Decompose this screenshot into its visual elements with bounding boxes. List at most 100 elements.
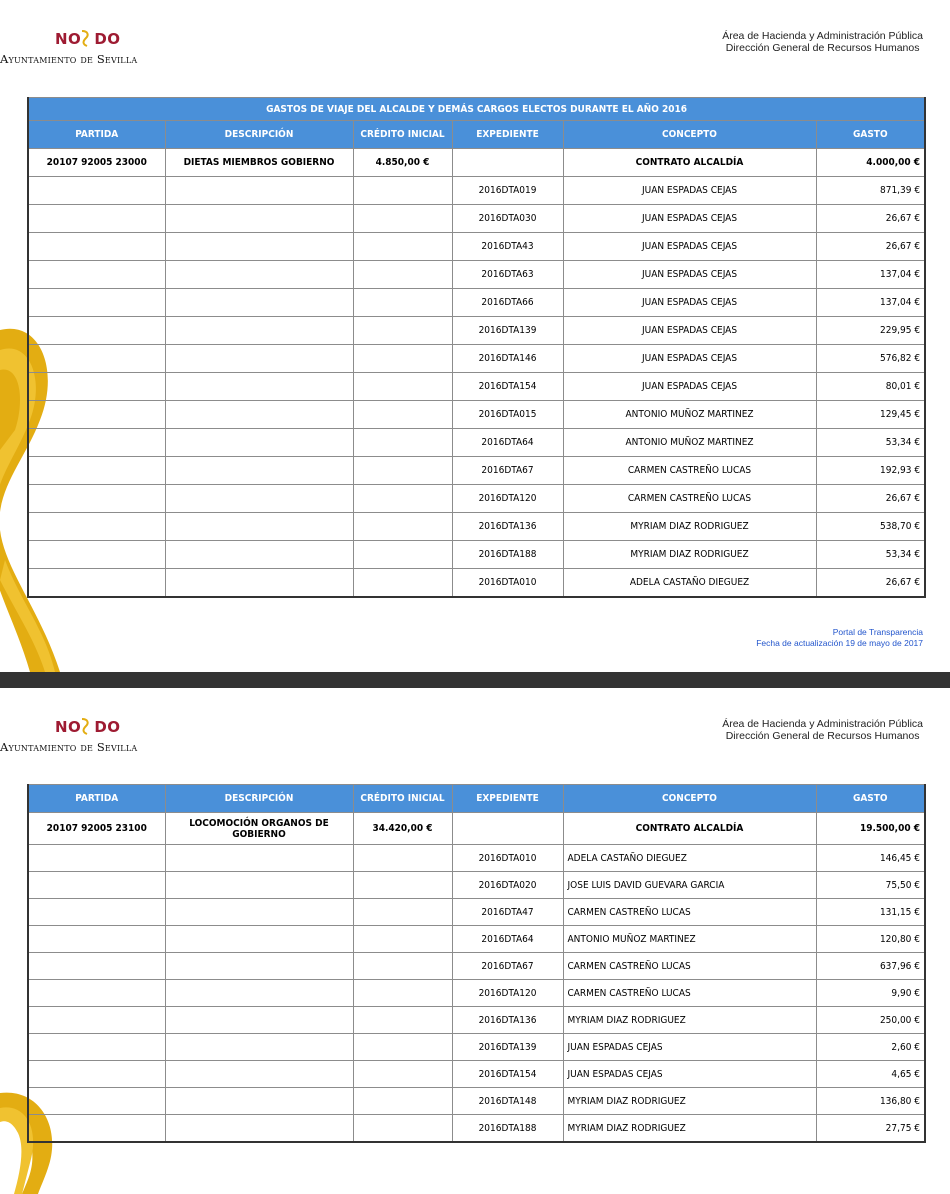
partida-cell (27, 952, 166, 980)
credito-cell (352, 1033, 453, 1061)
partida-cell (27, 176, 166, 205)
table-row: 2016DTA010 ADELA CASTAÑO DIEGUEZ 146,45 € (27, 844, 926, 872)
gasto-cell: 4,65 € (815, 1060, 926, 1088)
footer-portal: Portal de Transparencia (832, 627, 923, 637)
partida-cell (27, 344, 166, 373)
expediente-cell: 2016DTA146 (451, 344, 564, 373)
skein-icon (81, 718, 89, 735)
descripcion-cell (164, 871, 354, 899)
concepto-cell: JUAN ESPADAS CEJAS (562, 344, 817, 373)
concepto-cell: MYRIAM DIAZ RODRIGUEZ (562, 1114, 817, 1143)
credito-cell (352, 428, 453, 457)
partida-cell (27, 540, 166, 569)
concepto-cell: JUAN ESPADAS CEJAS (562, 1060, 817, 1088)
credito-cell (352, 1060, 453, 1088)
concepto-cell: JUAN ESPADAS CEJAS (562, 232, 817, 261)
direccion-name: Dirección General de Recursos Humanos (725, 730, 920, 742)
credito-cell (352, 204, 453, 233)
table-row: 2016DTA019 JUAN ESPADAS CEJAS 871,39 € (27, 176, 927, 205)
descripcion-cell (164, 512, 354, 541)
gasto-cell: 136,80 € (815, 1087, 926, 1115)
credito-cell (352, 979, 453, 1007)
table-row: 2016DTA136 MYRIAM DIAZ RODRIGUEZ 250,00 € (27, 1006, 926, 1034)
partida-cell (27, 512, 166, 541)
table-row: 2016DTA146 JUAN ESPADAS CEJAS 576,82 € (27, 344, 927, 373)
partida-cell (27, 372, 166, 401)
table-row: 20107 92005 23100 LOCOMOCIÓN ORGANOS DE … (27, 812, 926, 845)
concepto-cell: JUAN ESPADAS CEJAS (562, 316, 817, 345)
expediente-cell: 2016DTA67 (451, 952, 564, 980)
col-header-partida: PARTIDA (27, 784, 166, 813)
gasto-cell: 229,95 € (815, 316, 927, 345)
credito-cell (352, 1006, 453, 1034)
concepto-cell: JUAN ESPADAS CEJAS (562, 176, 817, 205)
partida-cell (27, 316, 166, 345)
expediente-cell: 2016DTA66 (451, 288, 564, 317)
table-row: 2016DTA139 JUAN ESPADAS CEJAS 229,95 € (27, 316, 927, 345)
table-row: 2016DTA120 CARMEN CASTREÑO LUCAS 9,90 € (27, 979, 926, 1007)
gasto-cell: 538,70 € (815, 512, 927, 541)
expediente-cell: 2016DTA63 (451, 260, 564, 289)
concepto-cell: JUAN ESPADAS CEJAS (562, 204, 817, 233)
concepto-cell: ADELA CASTAÑO DIEGUEZ (562, 844, 817, 872)
concepto-cell: ANTONIO MUÑOZ MARTINEZ (562, 400, 817, 429)
col-header-expediente: EXPEDIENTE (451, 784, 564, 813)
department-header: Área de Hacienda y Administración Públic… (722, 30, 923, 54)
table-row: 2016DTA154 JUAN ESPADAS CEJAS 4,65 € (27, 1060, 926, 1088)
gasto-cell: 26,67 € (815, 568, 927, 598)
expediente-cell: 2016DTA010 (451, 844, 564, 872)
gasto-cell: 53,34 € (815, 428, 927, 457)
table-title: GASTOS DE VIAJE DEL ALCALDE Y DEMÁS CARG… (26, 97, 927, 121)
concepto-cell: ADELA CASTAÑO DIEGUEZ (562, 568, 817, 598)
descripcion-cell (164, 316, 354, 345)
partida-cell (27, 400, 166, 429)
gasto-cell: 9,90 € (815, 979, 926, 1007)
concepto-cell: CONTRATO ALCALDÍA (562, 812, 817, 845)
col-header-gasto: GASTO (815, 784, 926, 813)
transparency-footer: Portal de Transparencia Fecha de actuali… (756, 627, 923, 649)
gasto-cell: 120,80 € (815, 925, 926, 953)
col-header-credito: CRÉDITO INICIAL (352, 120, 453, 149)
expediente-cell (451, 148, 564, 177)
table-row: 20107 92005 23000 DIETAS MIEMBROS GOBIER… (27, 148, 927, 177)
expediente-cell: 2016DTA47 (451, 898, 564, 926)
table-row: 2016DTA120 CARMEN CASTREÑO LUCAS 26,67 € (27, 484, 927, 513)
partida-cell: 20107 92005 23100 (27, 812, 166, 845)
expediente-cell: 2016DTA188 (451, 1114, 564, 1143)
partida-cell (27, 484, 166, 513)
expediente-cell: 2016DTA64 (451, 925, 564, 953)
table-row: 2016DTA47 CARMEN CASTREÑO LUCAS 131,15 € (27, 898, 926, 926)
partida-cell (27, 1060, 166, 1088)
expediente-cell: 2016DTA015 (451, 400, 564, 429)
table-row: 2016DTA188 MYRIAM DIAZ RODRIGUEZ 27,75 € (27, 1114, 926, 1143)
gasto-cell: 26,67 € (815, 484, 927, 513)
partida-cell (27, 1114, 166, 1143)
gasto-cell: 637,96 € (815, 952, 926, 980)
descripcion-cell (164, 540, 354, 569)
gasto-cell: 19.500,00 € (815, 812, 926, 845)
gasto-cell: 53,34 € (815, 540, 927, 569)
expediente-cell: 2016DTA120 (451, 484, 564, 513)
credito-cell (352, 925, 453, 953)
credito-cell (352, 400, 453, 429)
descripcion-cell (164, 568, 354, 598)
descripcion-cell (164, 232, 354, 261)
department-header: Área de Hacienda y Administración Públic… (722, 718, 923, 742)
gasto-cell: 192,93 € (815, 456, 927, 485)
partida-cell (27, 456, 166, 485)
descripcion-cell (164, 1033, 354, 1061)
concepto-cell: ANTONIO MUÑOZ MARTINEZ (562, 428, 817, 457)
footer-date: Fecha de actualización 19 de mayo de 201… (756, 638, 923, 648)
expediente-cell: 2016DTA154 (451, 372, 564, 401)
concepto-cell: CARMEN CASTREÑO LUCAS (562, 979, 817, 1007)
ayuntamiento-name: Ayuntamiento de Sevilla (0, 740, 138, 754)
credito-cell (352, 316, 453, 345)
partida-cell (27, 1033, 166, 1061)
col-header-credito: CRÉDITO INICIAL (352, 784, 453, 813)
table-row: 2016DTA67 CARMEN CASTREÑO LUCAS 192,93 € (27, 456, 927, 485)
col-header-partida: PARTIDA (27, 120, 166, 149)
descripcion-cell (164, 344, 354, 373)
concepto-cell: CARMEN CASTREÑO LUCAS (562, 456, 817, 485)
concepto-cell: JUAN ESPADAS CEJAS (562, 1033, 817, 1061)
table-row: 2016DTA64 ANTONIO MUÑOZ MARTINEZ 53,34 € (27, 428, 927, 457)
